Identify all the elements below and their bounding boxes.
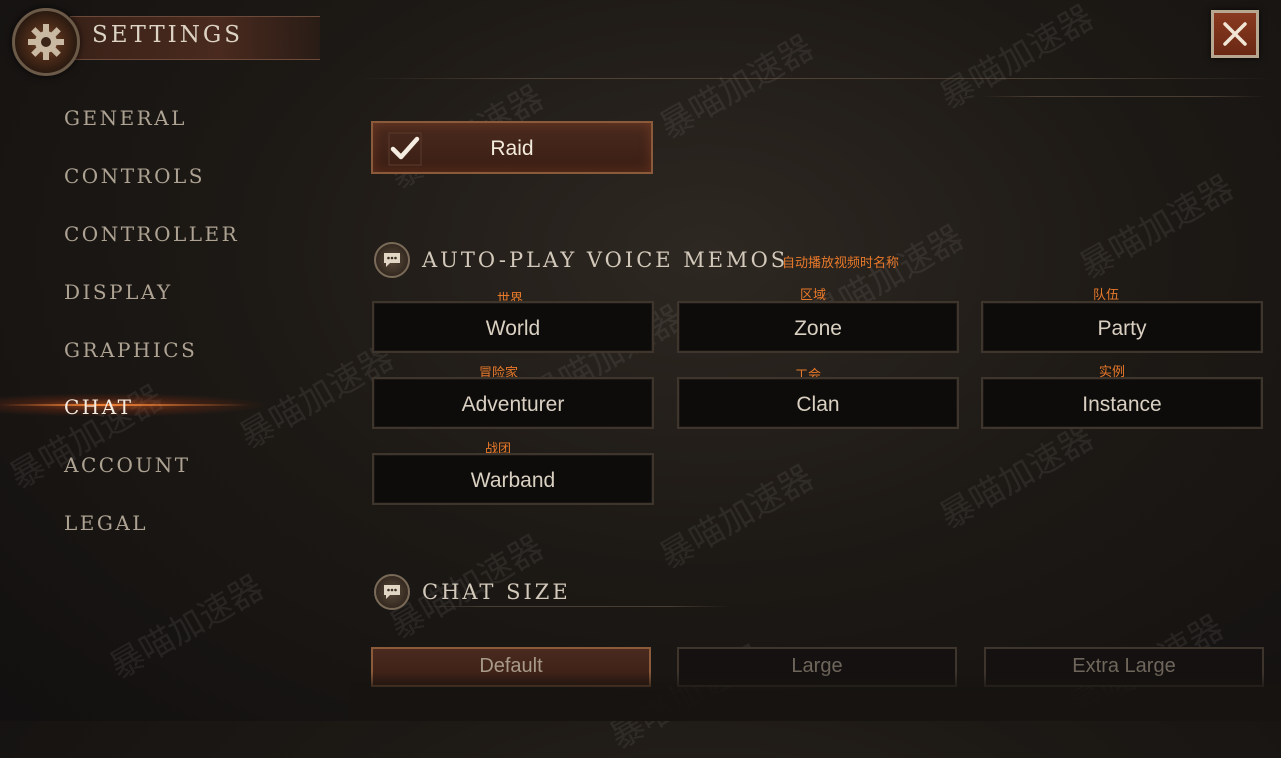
sidebar-item-chat[interactable]: CHAT	[64, 395, 133, 419]
sidebar-item-controls[interactable]: CONTROLS	[64, 164, 205, 188]
chat-bubble-icon	[374, 574, 410, 610]
watermark: 暴喵加速器	[653, 457, 821, 578]
page-title: SETTINGS	[92, 22, 243, 48]
option-label: Clan	[796, 393, 840, 416]
option-label: Instance	[1082, 393, 1162, 416]
option-label: Zone	[794, 317, 842, 340]
sidebar-item-general[interactable]: GENERAL	[64, 106, 187, 130]
sidebar-item-graphics[interactable]: GRAPHICS	[64, 338, 197, 362]
watermark: 暴喵加速器	[933, 417, 1101, 538]
scroll-fade	[350, 672, 1281, 721]
raid-label: Raid	[490, 137, 534, 160]
section-underline	[420, 606, 730, 607]
header-divider	[980, 96, 1265, 97]
header-divider	[355, 78, 1275, 79]
close-icon	[1223, 22, 1247, 46]
chat-size-title: CHAT SIZE	[422, 580, 571, 604]
watermark: 暴喵加速器	[1073, 167, 1241, 288]
voice-memos-title: AUTO-PLAY VOICE MEMOS	[422, 248, 789, 272]
voice-option-party[interactable]: Party	[981, 301, 1263, 353]
sidebar-item-display[interactable]: DISPLAY	[64, 280, 173, 304]
voice-memos-annotation: 自动播放视频时名称	[782, 256, 900, 271]
voice-option-world[interactable]: World	[372, 301, 654, 353]
option-label: Warband	[470, 469, 556, 492]
close-button[interactable]	[1211, 10, 1259, 58]
voice-option-warband[interactable]: Warband	[372, 453, 654, 505]
watermark: 暴喵加速器	[653, 27, 821, 148]
watermark: 暴喵加速器	[933, 0, 1101, 118]
voice-option-zone[interactable]: Zone	[677, 301, 959, 353]
sidebar-item-account[interactable]: ACCOUNT	[64, 453, 191, 477]
watermark: 暴喵加速器	[103, 567, 271, 688]
voice-option-clan[interactable]: Clan	[677, 377, 959, 429]
watermark: 暴喵加速器	[3, 377, 171, 498]
chat-bubble-icon	[374, 242, 410, 278]
sidebar-item-legal[interactable]: LEGAL	[64, 511, 148, 535]
voice-option-instance[interactable]: Instance	[981, 377, 1263, 429]
option-label: Party	[1097, 317, 1147, 340]
option-label: World	[485, 317, 541, 340]
sidebar-item-controller[interactable]: CONTROLLER	[64, 222, 239, 246]
option-label: Adventurer	[461, 393, 565, 416]
voice-option-adventurer[interactable]: Adventurer	[372, 377, 654, 429]
gear-icon	[12, 8, 80, 76]
raid-checkbox-button[interactable]: Raid	[371, 121, 653, 174]
